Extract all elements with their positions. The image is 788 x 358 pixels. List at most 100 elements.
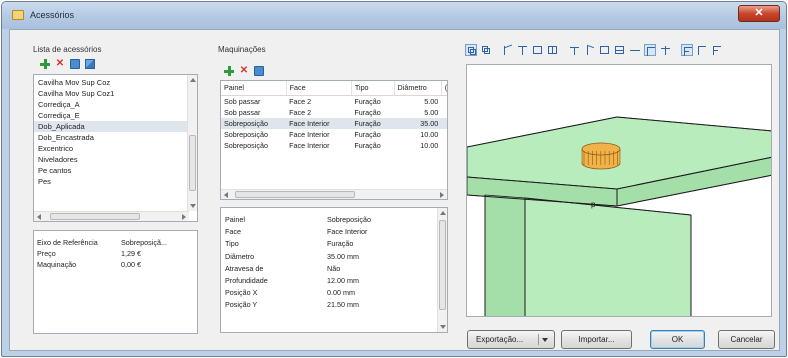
view-wireframe-icon[interactable]: [480, 44, 492, 56]
column-header[interactable]: Diâmetro: [394, 81, 442, 96]
scroll-up-icon[interactable]: [190, 78, 196, 82]
scroll-left-icon[interactable]: [224, 192, 228, 198]
edit-image-icon[interactable]: [85, 59, 95, 69]
property-row[interactable]: Posição X 0.00 mm: [221, 287, 437, 299]
accessory-list-item[interactable]: Niveladores: [34, 154, 187, 165]
properties-vertical-scrollbar[interactable]: [437, 208, 447, 332]
accessory-list-item[interactable]: Cavilha Mov Sup Coz1: [34, 88, 187, 99]
import-button[interactable]: Importar...: [561, 330, 632, 349]
scroll-left-icon[interactable]: [37, 214, 41, 220]
accessories-vertical-scrollbar[interactable]: [187, 75, 197, 211]
property-row[interactable]: Profundidade 12.00 mm: [221, 275, 437, 287]
3d-viewport[interactable]: p: [466, 64, 772, 317]
scroll-thumb-horizontal[interactable]: [235, 191, 355, 198]
machining-cell-tipo: Furação: [351, 117, 395, 129]
view-ortho-icon[interactable]: [659, 44, 671, 56]
property-value: 21.50 mm: [327, 300, 359, 310]
property-row[interactable]: Tipo Furação: [221, 238, 437, 250]
machining-row[interactable]: Sobreposição Face Interior Furação 10.00: [221, 140, 447, 151]
machining-cell-overflow: [441, 129, 447, 140]
scroll-right-icon[interactable]: [182, 214, 186, 220]
scroll-down-icon[interactable]: [190, 204, 196, 208]
machining-cell-face: Face Interior: [286, 117, 352, 129]
machining-cell-diametro: 5.00: [424, 107, 439, 117]
info-key: Maquinação: [37, 260, 77, 269]
dialog-body: Lista de acessórios ✕ Cavilha Mov Sup Co…: [9, 29, 780, 351]
side-panel: [484, 194, 526, 316]
scroll-thumb-horizontal[interactable]: [50, 213, 140, 220]
property-row[interactable]: Painel Sobreposição: [221, 214, 437, 226]
door-panel: [524, 197, 692, 316]
delete-accessory-icon[interactable]: ✕: [55, 59, 65, 69]
view-panel-1-icon[interactable]: [681, 44, 693, 56]
property-value: Furação: [327, 239, 354, 249]
property-key: Posição Y: [225, 300, 258, 310]
view-panel-2-icon[interactable]: [696, 44, 708, 56]
export-button[interactable]: Exportação...: [467, 330, 555, 349]
delete-machining-icon[interactable]: ✕: [239, 66, 249, 76]
view-left-icon[interactable]: [569, 44, 581, 56]
column-header[interactable]: Tipo: [351, 81, 395, 96]
accessory-list-item[interactable]: Cavilha Mov Sup Coz: [34, 77, 187, 88]
property-value: Não: [327, 263, 341, 273]
view-iso-2-icon[interactable]: [517, 44, 529, 56]
machining-table[interactable]: Painel Face Tipo Diâmetro( Sob passar Face 2…: [220, 80, 448, 200]
machining-row[interactable]: Sobreposição Face Interior Furação 10.00: [221, 129, 447, 140]
ok-button[interactable]: OK: [650, 330, 705, 349]
property-row[interactable]: Atravesa de Não: [221, 263, 437, 275]
image-icon[interactable]: [70, 59, 80, 69]
view-rotate-icon[interactable]: [629, 44, 641, 56]
column-header[interactable]: (: [441, 81, 447, 96]
scroll-right-icon[interactable]: [440, 192, 444, 198]
machining-row[interactable]: Sobreposição Face Interior Furação 35.00: [221, 117, 447, 129]
property-value: Face Interior: [327, 227, 368, 237]
scroll-up-icon[interactable]: [440, 211, 446, 215]
property-key: Tipo: [225, 239, 239, 249]
column-header[interactable]: Face: [286, 81, 352, 96]
property-key: Posição X: [225, 288, 258, 298]
add-machining-icon[interactable]: [224, 66, 234, 76]
chevron-down-icon[interactable]: [542, 338, 548, 342]
accessory-list-item[interactable]: Pes: [34, 176, 187, 187]
accessories-list[interactable]: Cavilha Mov Sup Coz Cavilha Mov Sup Coz1 C…: [33, 74, 198, 222]
property-row[interactable]: Posição Y 21.50 mm: [221, 299, 437, 311]
accessories-horizontal-scrollbar[interactable]: [34, 211, 189, 221]
view-bottom-icon[interactable]: [614, 44, 626, 56]
export-button-label: Exportação...: [476, 335, 524, 344]
title-bar[interactable]: Acessórios ✕: [2, 2, 786, 29]
machining-horizontal-scrollbar[interactable]: [221, 189, 447, 199]
view-right-icon[interactable]: [584, 44, 596, 56]
scroll-thumb[interactable]: [189, 135, 196, 191]
view-top-icon[interactable]: [599, 44, 611, 56]
accessory-list-item[interactable]: Dob_Encastrada: [34, 132, 187, 143]
machining-row[interactable]: Sob passar Face 2 Furação 5.00: [221, 107, 447, 118]
machining-row[interactable]: Sob passar Face 2 Furação 5.00: [221, 95, 447, 107]
add-accessory-icon[interactable]: [40, 59, 50, 69]
accessory-list-item[interactable]: Excentrico: [34, 143, 187, 154]
machining-image-icon[interactable]: [254, 66, 264, 76]
view-front-icon[interactable]: [532, 44, 544, 56]
view-perspective-icon[interactable]: [644, 44, 656, 56]
property-row[interactable]: Diâmetro 35.00 mm: [221, 251, 437, 263]
view-back-icon[interactable]: [547, 44, 559, 56]
export-split-separator: [538, 334, 539, 345]
view-iso-1-icon[interactable]: [502, 44, 514, 56]
machining-cell-diametro: 10.00: [420, 129, 439, 139]
accessory-list-item[interactable]: Pe cantos: [34, 165, 187, 176]
accessory-list-item[interactable]: Corrediça_A: [34, 99, 187, 110]
cancel-button[interactable]: Cancelar: [718, 330, 775, 349]
scroll-thumb[interactable]: [439, 220, 446, 310]
machining-cell-painel: Sob passar: [224, 96, 261, 106]
property-value: Sobreposição: [327, 215, 371, 224]
property-value: 0.00 mm: [327, 288, 355, 298]
column-header[interactable]: Painel: [221, 81, 287, 96]
view-panel-3-icon[interactable]: [711, 44, 723, 56]
view-solid-icon[interactable]: [465, 44, 477, 56]
property-row[interactable]: Face Face Interior: [221, 226, 437, 238]
close-button[interactable]: ✕: [738, 5, 780, 22]
scroll-down-icon[interactable]: [440, 325, 446, 329]
accessory-list-item[interactable]: Dob_Aplicada: [34, 121, 187, 132]
accessory-list-item[interactable]: Corrediça_E: [34, 110, 187, 121]
property-key: Diâmetro: [225, 251, 255, 261]
machining-cell-face: Face Interior: [289, 140, 330, 150]
